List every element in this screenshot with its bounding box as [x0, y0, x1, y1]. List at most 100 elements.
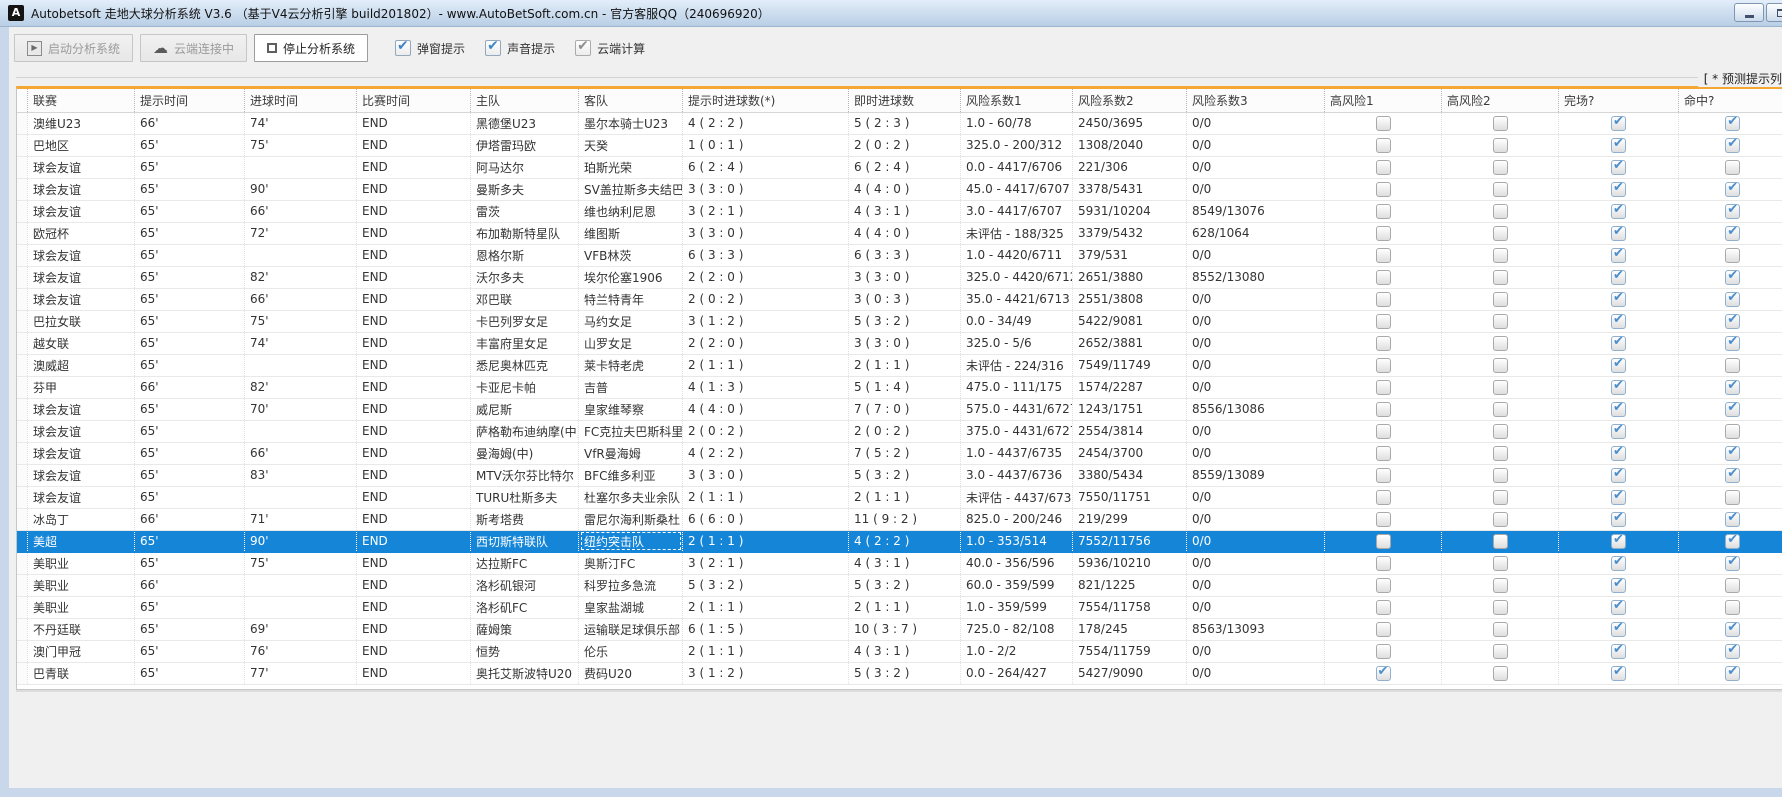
hit-checkbox[interactable]: [1725, 334, 1741, 351]
finished-checkbox[interactable]: [1611, 642, 1626, 659]
cell-high_risk1[interactable]: [1324, 332, 1442, 355]
cell-tip_time[interactable]: 65': [134, 288, 245, 311]
cell-away[interactable]: 纽约突击队: [578, 530, 683, 553]
cell-away[interactable]: 奥斯汀FC: [578, 552, 683, 575]
cell-live_goals[interactable]: 2 ( 1 : 1 ): [848, 596, 961, 619]
cell-high_risk1[interactable]: [1324, 442, 1442, 465]
cell-risk2[interactable]: 2551/3808: [1072, 288, 1187, 311]
cell-risk1[interactable]: 1.0 - 359/599: [960, 596, 1073, 619]
cell-high_risk1[interactable]: [1324, 244, 1442, 267]
high-risk2-checkbox[interactable]: [1492, 137, 1508, 153]
cell-match_time[interactable]: END: [356, 640, 471, 663]
high-risk1-checkbox[interactable]: [1375, 137, 1391, 153]
cell-match_time[interactable]: END: [356, 244, 471, 267]
cell-match_time[interactable]: END: [356, 530, 471, 553]
cell-high_risk2[interactable]: [1441, 662, 1559, 685]
high-risk1-checkbox[interactable]: [1375, 357, 1391, 373]
hit-checkbox[interactable]: [1725, 378, 1741, 395]
cell-home[interactable]: 沃尔多夫: [470, 266, 579, 289]
cell-risk2[interactable]: 221/306: [1072, 156, 1187, 179]
cell-high_risk1[interactable]: [1324, 178, 1442, 201]
cell-high_risk1[interactable]: [1324, 508, 1442, 531]
cell-high_risk2[interactable]: [1441, 266, 1559, 289]
cell-home[interactable]: 黑德堡U23: [470, 112, 579, 135]
cell-risk1[interactable]: 0.0 - 4417/6706: [960, 156, 1073, 179]
cell-goal_time[interactable]: 90': [244, 178, 357, 201]
table-row[interactable]: 美超 65' 90' END 西切斯特联队 纽约突击队 2 ( 1 : 1 ) 4 ( 2 :…: [17, 530, 1782, 553]
cell-hit[interactable]: [1678, 442, 1782, 465]
cell-away[interactable]: 雷尼尔海利斯桑杜: [578, 508, 683, 531]
cell-goal_time[interactable]: [244, 156, 357, 179]
hit-checkbox[interactable]: [1725, 400, 1741, 417]
cell-risk3[interactable]: 0/0: [1186, 288, 1325, 311]
cell-high_risk1[interactable]: [1324, 574, 1442, 597]
cell-finished[interactable]: [1558, 222, 1679, 245]
maximize-button[interactable]: [1766, 3, 1782, 22]
cell-home[interactable]: 萨格勒布迪纳摩(中): [470, 420, 579, 443]
cell-league[interactable]: 欧冠杯: [27, 222, 135, 245]
hit-checkbox[interactable]: [1725, 489, 1741, 505]
cell-match_time[interactable]: END: [356, 420, 471, 443]
cell-away[interactable]: FC克拉夫巴斯科里...: [578, 420, 683, 443]
hit-checkbox[interactable]: [1725, 159, 1741, 175]
cell-home[interactable]: 洛杉矶银河: [470, 574, 579, 597]
table-row[interactable]: 球会友谊 65' END 恩格尔斯 VFB林茨 6 ( 3 : 3 ) 6 ( 3 : 3 …: [17, 244, 1782, 267]
high-risk2-checkbox[interactable]: [1492, 115, 1508, 131]
cell-high_risk2[interactable]: [1441, 112, 1559, 135]
cell-goal_time[interactable]: [244, 420, 357, 443]
finished-checkbox[interactable]: [1611, 312, 1626, 329]
cell-high_risk2[interactable]: [1441, 618, 1559, 641]
high-risk2-checkbox[interactable]: [1492, 643, 1508, 659]
hit-checkbox[interactable]: [1725, 642, 1741, 659]
cell-high_risk1[interactable]: [1324, 310, 1442, 333]
cell-live_goals[interactable]: 10 ( 3 : 7 ): [848, 618, 961, 641]
high-risk1-checkbox[interactable]: [1375, 577, 1391, 593]
table-row[interactable]: 越女联 65' 74' END 丰富府里女足 山罗女足 2 ( 2 : 0 ) 3 ( 3 :…: [17, 332, 1782, 355]
cell-finished[interactable]: [1558, 112, 1679, 135]
cell-risk2[interactable]: 2450/3695: [1072, 112, 1187, 135]
finished-checkbox[interactable]: [1611, 136, 1626, 153]
cell-goal_time[interactable]: [244, 354, 357, 377]
cell-risk3[interactable]: 628/1064: [1186, 222, 1325, 245]
start-analysis-button[interactable]: ▶ 启动分析系统: [14, 34, 134, 62]
cell-risk1[interactable]: 1.0 - 2/2: [960, 640, 1073, 663]
cell-tip_time[interactable]: 65': [134, 420, 245, 443]
cell-away[interactable]: 吉普: [578, 376, 683, 399]
table-row[interactable]: 美职业 66' END 洛杉矶银河 科罗拉多急流 5 ( 3 : 2 ) 5 ( 3 : 2…: [17, 574, 1782, 597]
cell-risk1[interactable]: 未评估 - 188/325: [960, 222, 1073, 245]
cell-risk2[interactable]: 5427/9090: [1072, 662, 1187, 685]
cell-away[interactable]: 皇家盐湖城: [578, 596, 683, 619]
table-row[interactable]: 球会友谊 65' 66' END 邓巴联 特兰特青年 2 ( 0 : 2 ) 3 ( 0 : …: [17, 288, 1782, 311]
high-risk1-checkbox[interactable]: [1375, 533, 1391, 549]
column-header-risk2[interactable]: 风险系数2: [1072, 89, 1187, 113]
cell-league[interactable]: 澳威超: [27, 354, 135, 377]
high-risk2-checkbox[interactable]: [1492, 665, 1508, 681]
high-risk1-checkbox[interactable]: [1375, 489, 1391, 505]
cell-risk1[interactable]: 0.0 - 34/49: [960, 310, 1073, 333]
cell-hit[interactable]: [1678, 596, 1782, 619]
cell-goal_time[interactable]: [244, 244, 357, 267]
cell-risk2[interactable]: 7554/11758: [1072, 596, 1187, 619]
cell-match_time[interactable]: END: [356, 222, 471, 245]
cell-tip_time[interactable]: 65': [134, 354, 245, 377]
cell-risk3[interactable]: 8549/13076: [1186, 200, 1325, 223]
table-row[interactable]: 球会友谊 65' 70' END 威尼斯 皇家维琴察 4 ( 4 : 0 ) 7 ( 7 : …: [17, 398, 1782, 421]
column-header-finished[interactable]: 完场?: [1558, 89, 1679, 113]
high-risk2-checkbox[interactable]: [1492, 533, 1508, 549]
cell-risk2[interactable]: 5422/9081: [1072, 310, 1187, 333]
cell-risk2[interactable]: 3379/5432: [1072, 222, 1187, 245]
hit-checkbox[interactable]: [1725, 224, 1741, 241]
high-risk1-checkbox[interactable]: [1375, 445, 1391, 461]
cell-hit[interactable]: [1678, 376, 1782, 399]
cell-goal_time[interactable]: 75': [244, 134, 357, 157]
cell-hit[interactable]: [1678, 288, 1782, 311]
cell-tip_time[interactable]: 65': [134, 200, 245, 223]
cell-high_risk1[interactable]: [1324, 640, 1442, 663]
cell-tip_goals[interactable]: 6 ( 6 : 0 ): [682, 508, 849, 531]
cell-home[interactable]: 邓巴联: [470, 288, 579, 311]
cell-tip_goals[interactable]: 3 ( 1 : 2 ): [682, 310, 849, 333]
table-row[interactable]: 美职业 65' 75' END 达拉斯FC 奥斯汀FC 3 ( 2 : 1 ) 4 ( 3 :…: [17, 552, 1782, 575]
cell-league[interactable]: 巴拉女联: [27, 310, 135, 333]
cell-match_time[interactable]: END: [356, 288, 471, 311]
cell-hit[interactable]: [1678, 310, 1782, 333]
